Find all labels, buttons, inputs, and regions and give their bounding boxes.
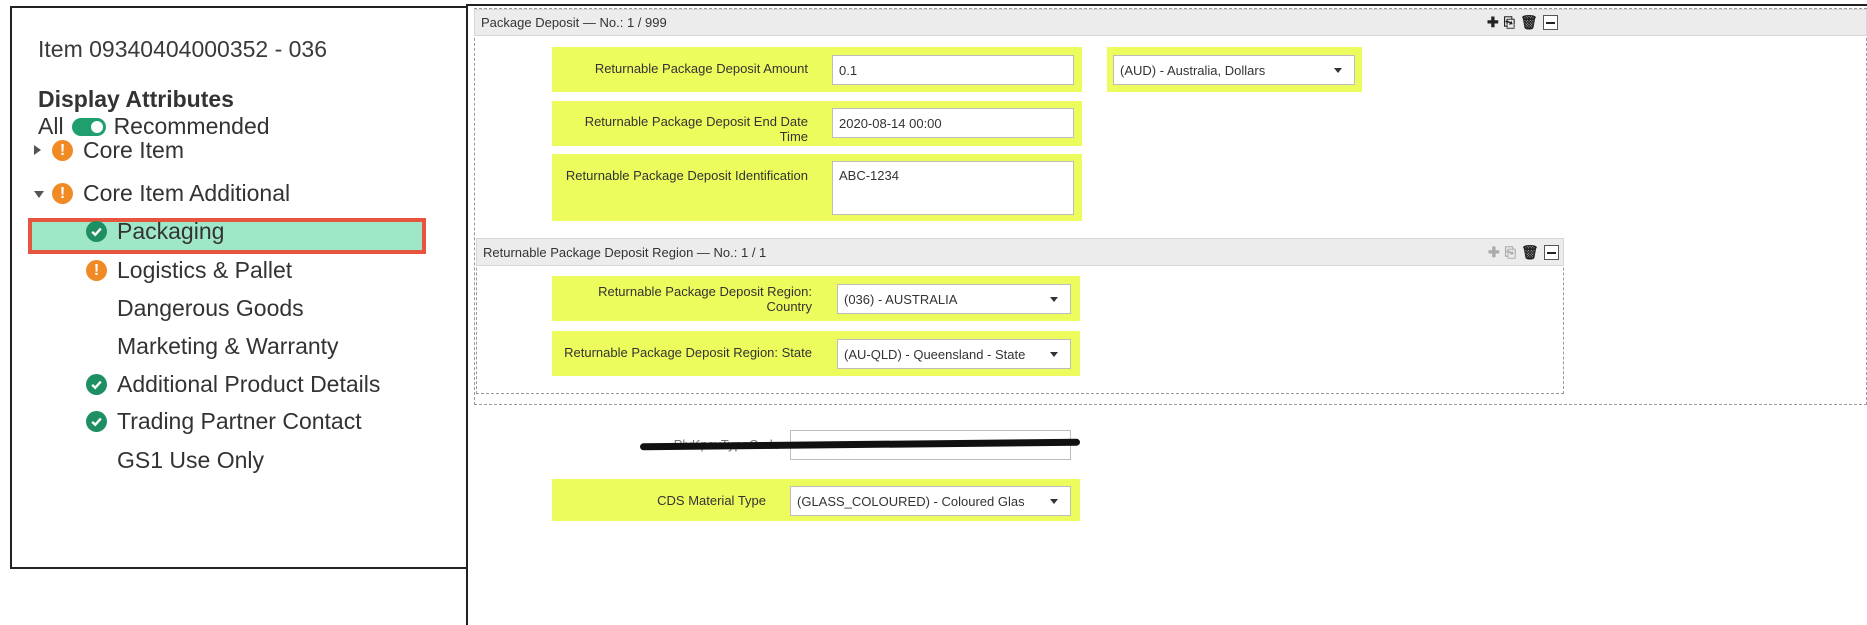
- region-state-select[interactable]: (AU-QLD) - Queensland - State: [837, 339, 1071, 369]
- tree-item-label: Additional Product Details: [117, 371, 381, 397]
- cds-material-type-value: (GLASS_COLOURED) - Coloured Glas: [797, 493, 1025, 509]
- collapse-caret-icon[interactable]: [34, 185, 48, 202]
- dropdown-caret-icon: [1334, 67, 1342, 73]
- trash-icon[interactable]: 🗑: [1520, 14, 1538, 31]
- tree-item-trading-partner-contact[interactable]: Trading Partner Contact: [86, 408, 362, 435]
- region-country-label: Returnable Package Deposit Region: Count…: [556, 284, 812, 314]
- tree-item-dangerous-goods[interactable]: Dangerous Goods: [117, 295, 304, 322]
- trash-icon[interactable]: 🗑: [1521, 244, 1539, 261]
- tree-item-additional-product-details[interactable]: Additional Product Details: [86, 371, 380, 398]
- tree-item-core-item-additional[interactable]: ! Core Item Additional: [34, 180, 290, 207]
- tree-item-label: Trading Partner Contact: [117, 408, 362, 434]
- display-attributes-toggle-row: All Recommended: [38, 113, 270, 140]
- display-attributes-heading: Display Attributes: [38, 86, 234, 112]
- tree-item-logistics-pallet[interactable]: ! Logistics & Pallet: [86, 257, 292, 284]
- tree-item-marketing-warranty[interactable]: Marketing & Warranty: [117, 333, 339, 360]
- region-country-label-line1: Returnable Package Deposit Region:: [598, 284, 812, 299]
- toggle-all-label: All: [38, 113, 64, 139]
- tree-item-label: Dangerous Goods: [117, 295, 304, 321]
- tree-item-label: Core Item Additional: [83, 180, 291, 206]
- toggle-recommended-label: Recommended: [113, 113, 270, 139]
- deposit-amount-label: Returnable Package Deposit Amount: [594, 61, 808, 76]
- deposit-region-header-title: Returnable Package Deposit Region — No.:…: [483, 244, 767, 260]
- region-country-select[interactable]: (036) - AUSTRALIA: [837, 284, 1071, 314]
- tree-item-label: GS1 Use Only: [117, 447, 264, 473]
- cds-material-type-select[interactable]: (GLASS_COLOURED) - Coloured Glas: [790, 486, 1071, 516]
- cds-material-type-label: CDS Material Type: [657, 493, 766, 508]
- deposit-end-date-label: Returnable Package Deposit End Date Time: [584, 114, 808, 144]
- package-deposit-header: Package Deposit — No.: 1 / 999: [474, 9, 1867, 36]
- tree-item-label: Core Item: [83, 137, 184, 163]
- region-country-value: (036) - AUSTRALIA: [844, 291, 958, 307]
- deposit-region-toolbar: ✚ ⎘ 🗑: [1488, 244, 1559, 261]
- tree-item-core-item[interactable]: ! Core Item: [34, 137, 184, 164]
- tree-item-packaging[interactable]: Packaging: [86, 218, 224, 245]
- plus-icon[interactable]: ✚: [1488, 244, 1500, 261]
- warning-icon: !: [86, 260, 107, 281]
- region-state-value: (AU-QLD) - Queensland - State: [844, 346, 1026, 362]
- package-deposit-header-title: Package Deposit — No.: 1 / 999: [481, 15, 667, 30]
- warning-icon: !: [52, 183, 73, 204]
- tree-item-label: Packaging: [117, 218, 225, 244]
- tree-item-label: Marketing & Warranty: [117, 333, 339, 359]
- deposit-currency-select[interactable]: (AUD) - Australia, Dollars: [1113, 55, 1355, 85]
- item-title: Item 09340404000352 - 036: [38, 36, 328, 62]
- deposit-region-header: Returnable Package Deposit Region — No.:…: [476, 238, 1564, 266]
- expand-caret-icon[interactable]: [34, 142, 48, 159]
- deposit-end-date-input[interactable]: 2020-08-14 00:00: [832, 108, 1074, 138]
- check-circle-icon: [86, 374, 107, 395]
- deposit-identification-label: Returnable Package Deposit Identificatio…: [565, 168, 808, 183]
- deposit-identification-input[interactable]: ABC-1234: [832, 161, 1074, 215]
- region-state-label: Returnable Package Deposit Region: State: [564, 345, 812, 360]
- plus-icon[interactable]: ✚: [1487, 14, 1499, 31]
- recommended-toggle[interactable]: [71, 117, 106, 136]
- region-country-label-line2: Country: [766, 299, 812, 314]
- dropdown-caret-icon: [1050, 296, 1058, 302]
- check-circle-icon: [86, 411, 107, 432]
- dropdown-caret-icon: [1050, 498, 1058, 504]
- deposit-amount-input[interactable]: 0.1: [832, 55, 1074, 85]
- deposit-currency-value: (AUD) - Australia, Dollars: [1120, 62, 1266, 78]
- check-circle-icon: [86, 221, 107, 242]
- copy-icon[interactable]: ⎘: [1505, 244, 1516, 261]
- minus-icon[interactable]: [1542, 15, 1558, 30]
- copy-icon[interactable]: ⎘: [1504, 14, 1515, 31]
- warning-icon: !: [52, 140, 73, 161]
- item-navigation-panel: Item 09340404000352 - 036 Display Attrib…: [10, 6, 475, 569]
- dropdown-caret-icon: [1050, 351, 1058, 357]
- tree-item-label: Logistics & Pallet: [117, 257, 293, 283]
- package-deposit-toolbar: ✚ ⎘ 🗑: [1487, 14, 1558, 31]
- tree-item-gs1-use-only[interactable]: GS1 Use Only: [117, 447, 264, 474]
- minus-icon[interactable]: [1543, 245, 1559, 260]
